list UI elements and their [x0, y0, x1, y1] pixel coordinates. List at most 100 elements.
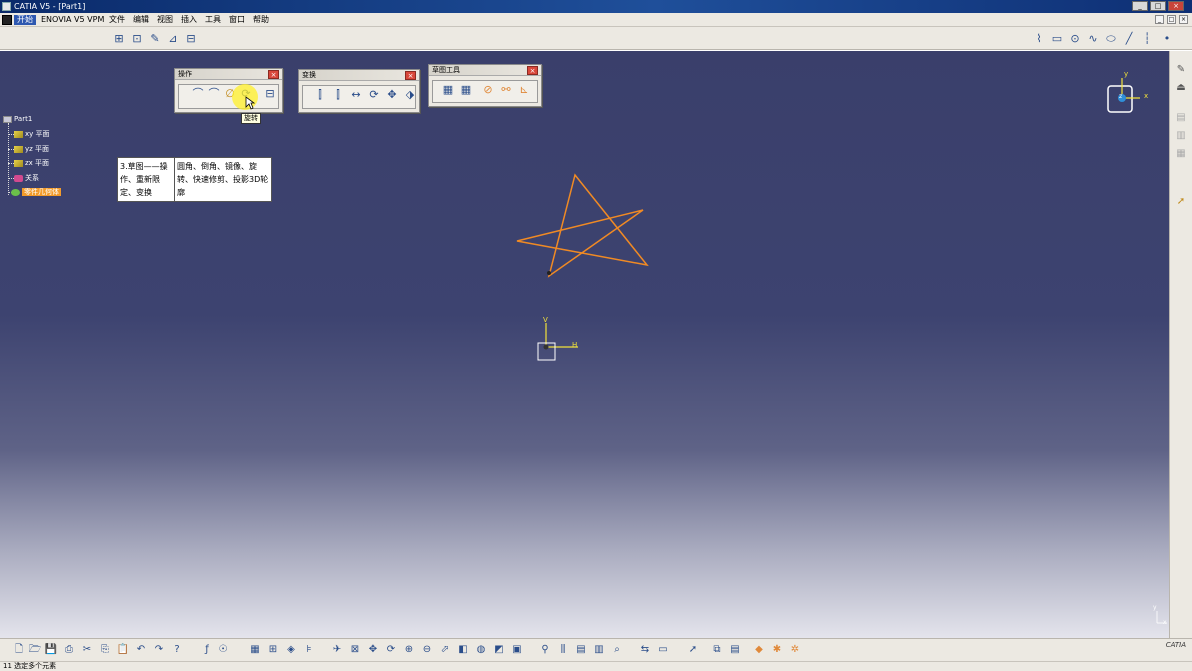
operation-palette[interactable]: 操作 × ⌒ ⌒ ∅ ⟳ ⊟ [174, 68, 283, 113]
transform-palette[interactable]: 变换 × ⫿ ⫿ ↔ ⟳ ✥ ⬗ [298, 69, 420, 113]
apply-material-icon[interactable]: ◈ [284, 643, 298, 657]
point-icon[interactable]: • [1160, 32, 1174, 46]
exit-workbench-icon[interactable]: ⊞ [112, 32, 126, 46]
catalog-icon[interactable]: ⊞ [266, 643, 280, 657]
paste-icon[interactable]: 📋 [116, 643, 130, 657]
sketch-solving-icon[interactable]: ▥ [592, 643, 606, 657]
zoom-in-icon[interactable]: ⊕ [402, 643, 416, 657]
menu-insert[interactable]: 插入 [178, 15, 200, 25]
snap-to-point-icon[interactable]: ▦ [459, 83, 473, 97]
hide-show-icon[interactable]: ◩ [492, 643, 506, 657]
rotate-transform-icon[interactable]: ⟳ [367, 88, 381, 102]
open-icon[interactable]: 🗁 [28, 643, 42, 657]
sketcher-icon[interactable]: ✎ [1174, 63, 1188, 77]
zoom-out-icon[interactable]: ⊖ [420, 643, 434, 657]
menu-window[interactable]: 窗口 [226, 15, 248, 25]
menu-enovia[interactable]: ENOVIA V5 VPM [38, 15, 107, 25]
dimensional-constraints-icon[interactable]: ⊾ [517, 83, 531, 97]
exit-sketch-icon[interactable]: ⏏ [1174, 81, 1188, 95]
line-type-icon[interactable]: ✲ [788, 643, 802, 657]
minimize-button[interactable]: _ [1132, 1, 1148, 11]
axis-icon[interactable]: ┆ [1140, 32, 1154, 46]
print-icon[interactable]: ⎙ [62, 643, 76, 657]
shading-icon[interactable]: ◍ [474, 643, 488, 657]
sketch-tools-palette[interactable]: 草图工具 × ▦ ▦ ⊘ ⚯ ⊾ [428, 64, 542, 107]
rotate-view-icon[interactable]: ⟳ [384, 643, 398, 657]
menu-help[interactable]: 帮助 [250, 15, 272, 25]
translate-icon[interactable]: ↔ [349, 88, 363, 102]
construction-element-icon[interactable]: ⊘ [481, 83, 495, 97]
cut-part-icon[interactable]: ⫼ [556, 643, 570, 657]
layer-icon[interactable]: ⧉ [710, 643, 724, 657]
normal-view-icon[interactable]: ⬀ [438, 643, 452, 657]
project-3d-icon[interactable]: ⊟ [263, 87, 277, 101]
menu-start[interactable]: 开始 [14, 15, 36, 25]
scale-icon[interactable]: ✥ [385, 88, 399, 102]
operation-palette-close-button[interactable]: × [268, 70, 279, 79]
geometric-constraint-icon[interactable]: ⊿ [166, 32, 180, 46]
save-icon[interactable]: 💾 [44, 643, 58, 657]
sketch-point[interactable] [547, 271, 551, 275]
mdi-restore-button[interactable]: □ [1167, 15, 1176, 24]
dimension-display-icon[interactable]: ▭ [656, 643, 670, 657]
inspection-icon[interactable]: ⌕ [610, 643, 624, 657]
select-arrow-icon[interactable]: ➚ [1174, 195, 1188, 209]
profile-icon[interactable]: ⌇ [1032, 32, 1046, 46]
fit-all-icon[interactable]: ⊠ [348, 643, 362, 657]
geometry-viewport[interactable]: Part1 xy 平面 yz 平面 zx 平面 关系 零件几何体 3.草图——操… [0, 51, 1169, 638]
star-sketch[interactable] [516, 173, 649, 278]
dimensional-constraint-icon[interactable]: ⊟ [184, 32, 198, 46]
table-icon[interactable]: ▦ [248, 643, 262, 657]
formula-icon[interactable]: ƒ [200, 643, 214, 657]
close-button[interactable]: × [1168, 1, 1184, 11]
new-icon[interactable]: 🗋 [12, 643, 26, 657]
sketch-tools-palette-close-button[interactable]: × [527, 66, 538, 75]
undo-icon[interactable]: ↶ [134, 643, 148, 657]
redo-icon[interactable]: ↷ [152, 643, 166, 657]
pocket-icon[interactable]: ▥ [1174, 129, 1188, 143]
symmetry-icon[interactable]: ⫿ [331, 88, 345, 102]
copy-icon[interactable]: ⎘ [98, 643, 112, 657]
mdi-close-button[interactable]: × [1179, 15, 1188, 24]
pad-icon[interactable]: ▤ [1174, 111, 1188, 125]
shaft-icon[interactable]: ▦ [1174, 147, 1188, 161]
fly-mode-icon[interactable]: ✈ [330, 643, 344, 657]
catia-logo-icon[interactable] [2, 15, 12, 25]
menu-edit[interactable]: 编辑 [130, 15, 152, 25]
spline-icon[interactable]: ∿ [1086, 32, 1100, 46]
iso-view-icon[interactable]: ◧ [456, 643, 470, 657]
menu-file[interactable]: 文件 [106, 15, 128, 25]
geometrical-constraints-icon[interactable]: ⚯ [499, 83, 513, 97]
line-icon[interactable]: ╱ [1122, 32, 1136, 46]
corner-icon[interactable]: ⌒ [191, 87, 205, 101]
menu-tools[interactable]: 工具 [202, 15, 224, 25]
compass-widget[interactable]: y x z [1100, 68, 1150, 118]
cut-icon[interactable]: ✂ [80, 643, 94, 657]
constraint-display-icon[interactable]: ⇆ [638, 643, 652, 657]
graphic-properties-icon[interactable]: ✱ [770, 643, 784, 657]
mirror-icon[interactable]: ⫿ [313, 88, 327, 102]
properties-icon[interactable]: ▤ [728, 643, 742, 657]
swap-space-icon[interactable]: ▣ [510, 643, 524, 657]
sketch-origin-point[interactable] [543, 344, 549, 350]
menu-view[interactable]: 视图 [154, 15, 176, 25]
transform-palette-close-button[interactable]: × [405, 71, 416, 80]
whats-this-icon[interactable]: ? [170, 643, 184, 657]
sketch-analysis-icon[interactable]: ⚲ [538, 643, 552, 657]
rectangle-icon[interactable]: ▭ [1050, 32, 1064, 46]
mdi-minimize-button[interactable]: _ [1155, 15, 1164, 24]
offset-icon[interactable]: ⬗ [403, 88, 417, 102]
color-icon[interactable]: ◆ [752, 643, 766, 657]
pointer-icon[interactable]: ➚ [686, 643, 700, 657]
measure-icon[interactable]: ⊧ [302, 643, 316, 657]
maximize-button[interactable]: □ [1150, 1, 1166, 11]
ellipse-icon[interactable]: ⬭ [1104, 32, 1118, 46]
knowledge-icon[interactable]: ☉ [216, 643, 230, 657]
circle-icon[interactable]: ⊙ [1068, 32, 1082, 46]
chamfer-icon[interactable]: ⌒ [207, 87, 221, 101]
construction-icon[interactable]: ✎ [148, 32, 162, 46]
grid-icon[interactable]: ▦ [441, 83, 455, 97]
pan-icon[interactable]: ✥ [366, 643, 380, 657]
sketch-grid-icon[interactable]: ⊡ [130, 32, 144, 46]
visualization-icon[interactable]: ▤ [574, 643, 588, 657]
